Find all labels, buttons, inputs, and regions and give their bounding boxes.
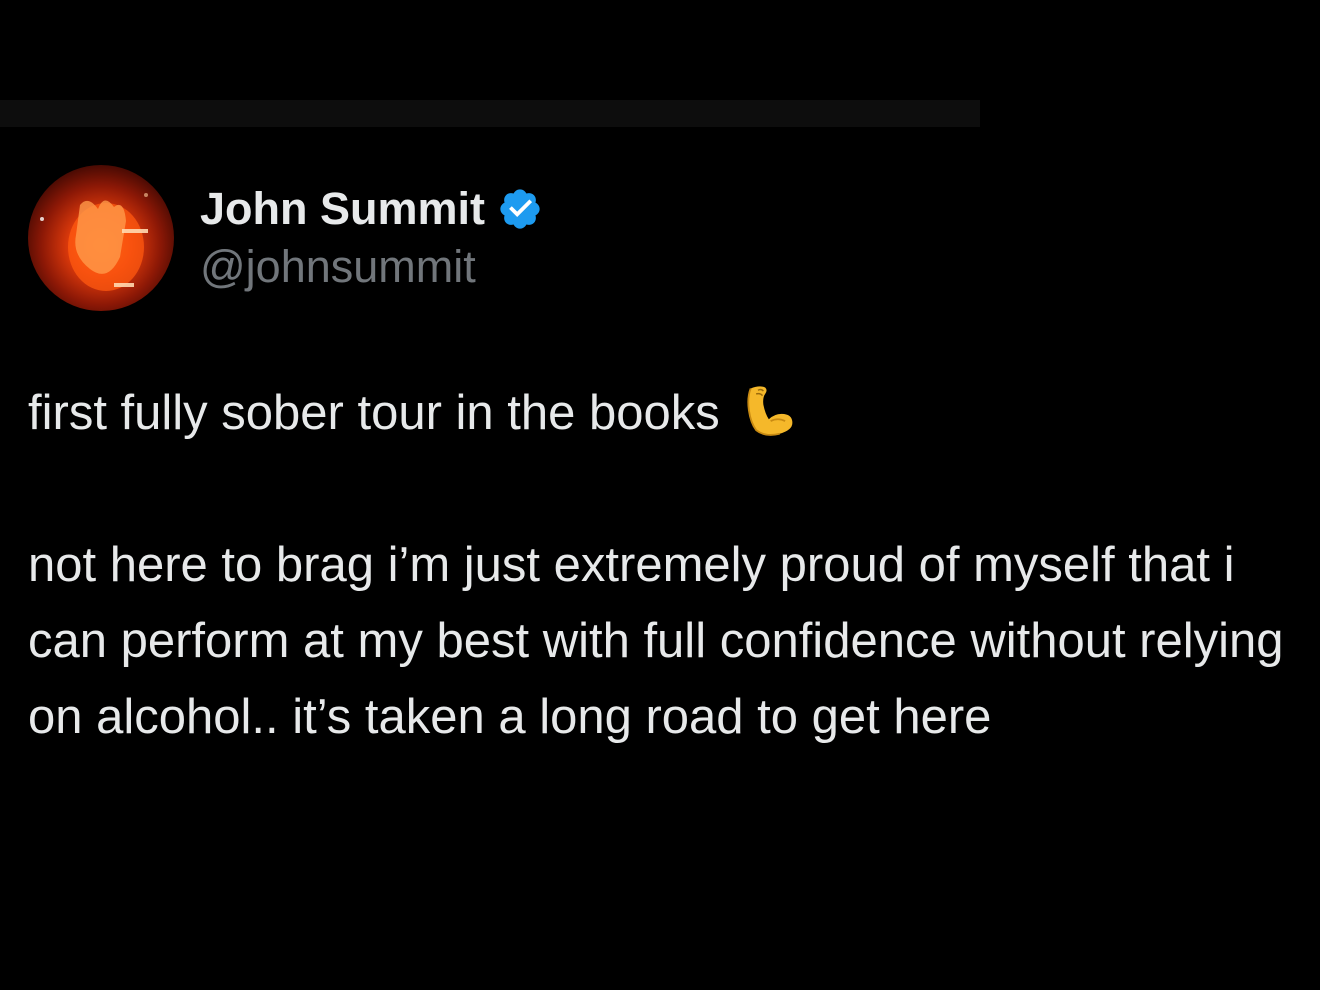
tweet-paragraph: first fully sober tour in the books — [28, 375, 1298, 451]
author-block: John Summit @johnsummit — [200, 181, 543, 295]
display-name[interactable]: John Summit — [200, 181, 485, 237]
avatar[interactable] — [28, 165, 174, 311]
tweet-header: John Summit @johnsummit — [28, 163, 1298, 313]
tweet-card: John Summit @johnsummit first fully sobe… — [28, 163, 1298, 755]
tweet-paragraph-text: first fully sober tour in the books — [28, 386, 720, 440]
tweet-paragraph: not here to brag i’m just extremely prou… — [28, 538, 1284, 744]
handle[interactable]: @johnsummit — [200, 239, 543, 295]
name-row: John Summit — [200, 181, 543, 237]
verified-badge-icon — [500, 189, 540, 229]
avatar-image-icon — [40, 193, 148, 291]
top-bar-remnant — [0, 100, 980, 127]
tweet-text: first fully sober tour in the books not … — [28, 375, 1298, 755]
flexed-biceps-icon — [747, 386, 793, 436]
